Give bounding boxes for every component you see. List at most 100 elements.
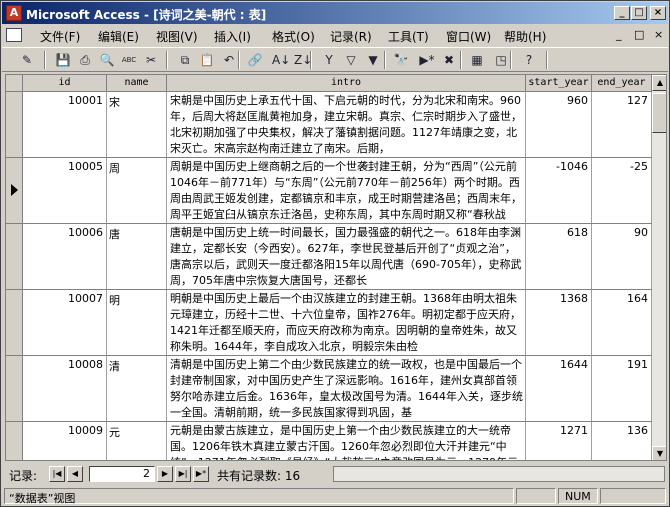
menu-window[interactable]: 窗口(W) (446, 28, 491, 45)
cell-name[interactable]: 元 (107, 422, 167, 460)
menu-records[interactable]: 记录(R) (330, 28, 372, 45)
column-header-id[interactable]: id (23, 75, 107, 92)
column-header-start-year[interactable]: start_year (526, 75, 592, 92)
record-selector[interactable] (6, 290, 23, 356)
cell-id[interactable]: 10008 (23, 356, 107, 421)
menu-view[interactable]: 视图(V) (156, 28, 198, 45)
hyperlink-icon[interactable]: 🔗 (246, 51, 264, 69)
maximize-button[interactable]: □ (631, 6, 647, 20)
cell-id[interactable]: 10009 (23, 422, 107, 460)
previous-record-button[interactable]: ◀ (67, 466, 83, 482)
cut-icon[interactable]: ✂ (142, 51, 160, 69)
cell-name[interactable]: 明 (107, 290, 167, 355)
table-row[interactable]: 10007 明明朝是中国历史上最后一个由汉族建立的封建王朝。1368年由明太祖朱元… (23, 290, 666, 356)
cell-start-year[interactable]: 1644 (526, 356, 592, 421)
print-icon[interactable]: ⎙ (76, 51, 94, 69)
cell-end-year[interactable]: 136 (592, 422, 652, 460)
minimize-button[interactable]: _ (614, 6, 630, 20)
cell-intro[interactable]: 元朝是由蒙古族建立，是中国历史上第一个由少数民族建立的大一统帝国。1206年铁木… (167, 422, 526, 460)
current-record-field[interactable]: 2 (89, 466, 155, 482)
menu-file[interactable]: 文件(F) (40, 28, 80, 45)
filter-by-form-icon[interactable]: ▽ (342, 51, 360, 69)
undo-icon[interactable]: ↶ (220, 51, 238, 69)
select-all-corner[interactable] (6, 75, 23, 92)
cell-start-year[interactable]: 960 (526, 92, 592, 157)
vertical-scrollbar[interactable]: ▲ ▼ (652, 75, 666, 460)
current-record-arrow-icon (11, 184, 18, 196)
new-record-nav-button[interactable]: ▶* (193, 466, 209, 482)
cell-name[interactable]: 唐 (107, 224, 167, 289)
doc-restore-button[interactable]: □ (634, 28, 644, 41)
next-record-button[interactable]: ▶ (157, 466, 173, 482)
scroll-down-arrow-icon[interactable]: ▼ (652, 446, 666, 460)
sort-ascending-icon[interactable]: A↓ (272, 51, 290, 69)
doc-minimize-button[interactable]: _ (616, 28, 622, 41)
cell-id[interactable]: 10006 (23, 224, 107, 289)
paste-icon[interactable]: 📋 (198, 51, 216, 69)
table-row[interactable]: 10006 唐唐朝是中国历史上统一时间最长，国力最强盛的朝代之一。618年由李渊建… (23, 224, 666, 290)
record-selector[interactable] (6, 356, 23, 422)
design-view-icon[interactable]: ✎ (18, 51, 36, 69)
cell-start-year[interactable]: -1046 (526, 158, 592, 223)
cell-end-year[interactable]: 164 (592, 290, 652, 355)
toolbar-separator (460, 51, 462, 69)
apply-filter-icon[interactable]: ▼ (364, 51, 382, 69)
database-window-icon[interactable]: ▦ (468, 51, 486, 69)
table-row[interactable]: 10009 元元朝是由蒙古族建立，是中国历史上第一个由少数民族建立的大一统帝国。1… (23, 422, 666, 460)
cell-intro[interactable]: 宋朝是中国历史上承五代十国、下启元朝的时代，分为北宋和南宋。960年，后周大将赵… (167, 92, 526, 157)
title-bar[interactable]: A Microsoft Access - [诗词之美-朝代 : 表] _ □ × (2, 2, 668, 24)
cell-intro[interactable]: 唐朝是中国历史上统一时间最长，国力最强盛的朝代之一。618年由李渊建立，定都长安… (167, 224, 526, 289)
record-selector[interactable] (6, 224, 23, 290)
doc-close-button[interactable]: × (654, 28, 663, 41)
spelling-icon[interactable]: ABC (120, 51, 138, 69)
menu-edit[interactable]: 编辑(E) (98, 28, 139, 45)
new-object-icon[interactable]: ◳ (492, 51, 510, 69)
cell-start-year[interactable]: 618 (526, 224, 592, 289)
cell-id[interactable]: 10001 (23, 92, 107, 157)
save-icon[interactable]: 💾 (54, 51, 72, 69)
cell-end-year[interactable]: 127 (592, 92, 652, 157)
cell-end-year[interactable]: 191 (592, 356, 652, 421)
last-record-button[interactable]: ▶| (175, 466, 191, 482)
document-menu-icon[interactable] (6, 28, 22, 42)
cell-start-year[interactable]: 1368 (526, 290, 592, 355)
horizontal-scrollbar[interactable] (333, 466, 665, 482)
cell-intro[interactable]: 明朝是中国历史上最后一个由汉族建立的封建王朝。1368年由明太祖朱元璋建立，历经… (167, 290, 526, 355)
sort-descending-icon[interactable]: Z↓ (294, 51, 312, 69)
cell-id[interactable]: 10005 (23, 158, 107, 223)
cell-id[interactable]: 10007 (23, 290, 107, 355)
filter-by-selection-icon[interactable]: Y (320, 51, 338, 69)
cell-start-year[interactable]: 1271 (526, 422, 592, 460)
help-icon[interactable]: ? (520, 51, 538, 69)
cell-end-year[interactable]: 90 (592, 224, 652, 289)
column-header-name[interactable]: name (107, 75, 167, 92)
copy-icon[interactable]: ⧉ (176, 51, 194, 69)
record-selector[interactable] (6, 158, 23, 224)
cell-name[interactable]: 宋 (107, 92, 167, 157)
delete-record-icon[interactable]: ✖ (440, 51, 458, 69)
scroll-up-arrow-icon[interactable]: ▲ (652, 75, 666, 91)
print-preview-icon[interactable]: 🔍 (98, 51, 116, 69)
toolbar-separator (510, 51, 512, 69)
table-row[interactable]: 10005 周周朝是中国历史上继商朝之后的一个世袭封建王朝，分为“西周”（公元前1… (23, 158, 666, 224)
menu-help[interactable]: 帮助(H) (504, 28, 546, 45)
new-record-icon[interactable]: ▶* (418, 51, 436, 69)
cell-name[interactable]: 周 (107, 158, 167, 223)
cell-end-year[interactable]: -25 (592, 158, 652, 223)
cell-intro[interactable]: 清朝是中国历史上第二个由少数民族建立的统一政权，也是中国最后一个封建帝制国家，对… (167, 356, 526, 421)
cell-name[interactable]: 清 (107, 356, 167, 421)
table-row[interactable]: 10001 宋宋朝是中国历史上承五代十国、下启元朝的时代，分为北宋和南宋。960年… (23, 92, 666, 158)
close-button[interactable]: × (650, 6, 666, 20)
first-record-button[interactable]: |◀ (49, 466, 65, 482)
find-icon[interactable]: 🔭 (392, 51, 410, 69)
column-header-end-year[interactable]: end_year (592, 75, 652, 92)
record-selector[interactable] (6, 92, 23, 158)
scroll-thumb[interactable] (652, 93, 666, 133)
menu-insert[interactable]: 插入(I) (214, 28, 251, 45)
record-selector[interactable] (6, 422, 23, 460)
menu-tools[interactable]: 工具(T) (388, 28, 429, 45)
column-header-intro[interactable]: intro (167, 75, 526, 92)
menu-format[interactable]: 格式(O) (272, 28, 315, 45)
cell-intro[interactable]: 周朝是中国历史上继商朝之后的一个世袭封建王朝，分为“西周”（公元前1046年－前… (167, 158, 526, 223)
table-row[interactable]: 10008 清清朝是中国历史上第二个由少数民族建立的统一政权，也是中国最后一个封建… (23, 356, 666, 422)
